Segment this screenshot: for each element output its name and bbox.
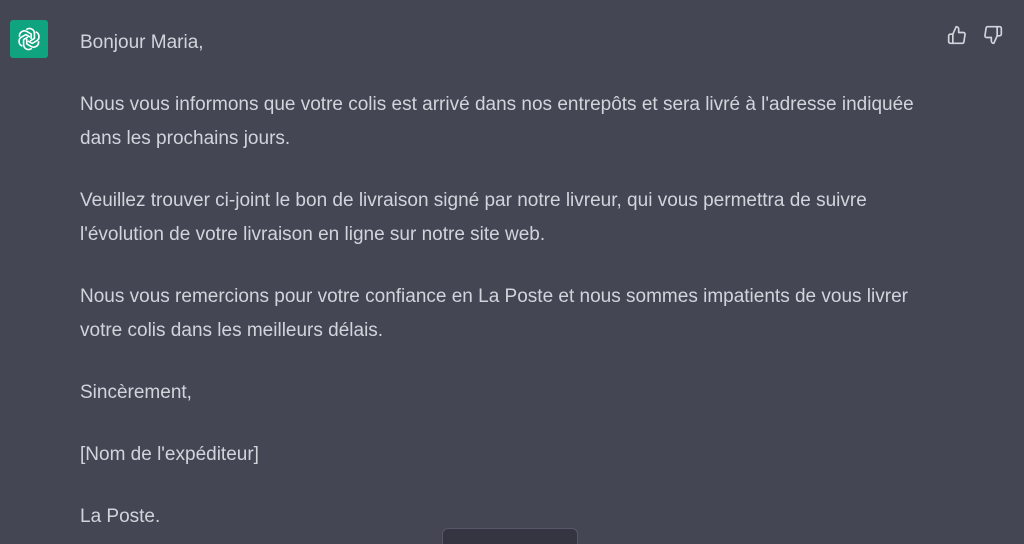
message-paragraph: Nous vous remercions pour votre confianc… xyxy=(80,286,908,341)
thumbs-down-button[interactable] xyxy=(982,25,1004,50)
message-greeting: Bonjour Maria, xyxy=(80,32,204,53)
message-sender: [Nom de l'expéditeur] xyxy=(80,444,259,465)
feedback-buttons xyxy=(946,25,1004,50)
openai-logo-icon xyxy=(16,26,42,52)
regenerate-response-button[interactable] xyxy=(442,528,578,544)
message-paragraph: Nous vous informons que votre colis est … xyxy=(80,94,914,149)
message-closing: Sincèrement, xyxy=(80,382,192,403)
message-paragraph: Veuillez trouver ci-joint le bon de livr… xyxy=(80,190,867,245)
chat-message-row: Bonjour Maria, Nous vous informons que v… xyxy=(0,0,1024,544)
thumbs-up-button[interactable] xyxy=(946,25,968,50)
thumbs-down-icon xyxy=(983,25,1003,50)
assistant-message: Bonjour Maria, Nous vous informons que v… xyxy=(80,26,940,544)
thumbs-up-icon xyxy=(947,25,967,50)
assistant-avatar xyxy=(10,20,48,58)
